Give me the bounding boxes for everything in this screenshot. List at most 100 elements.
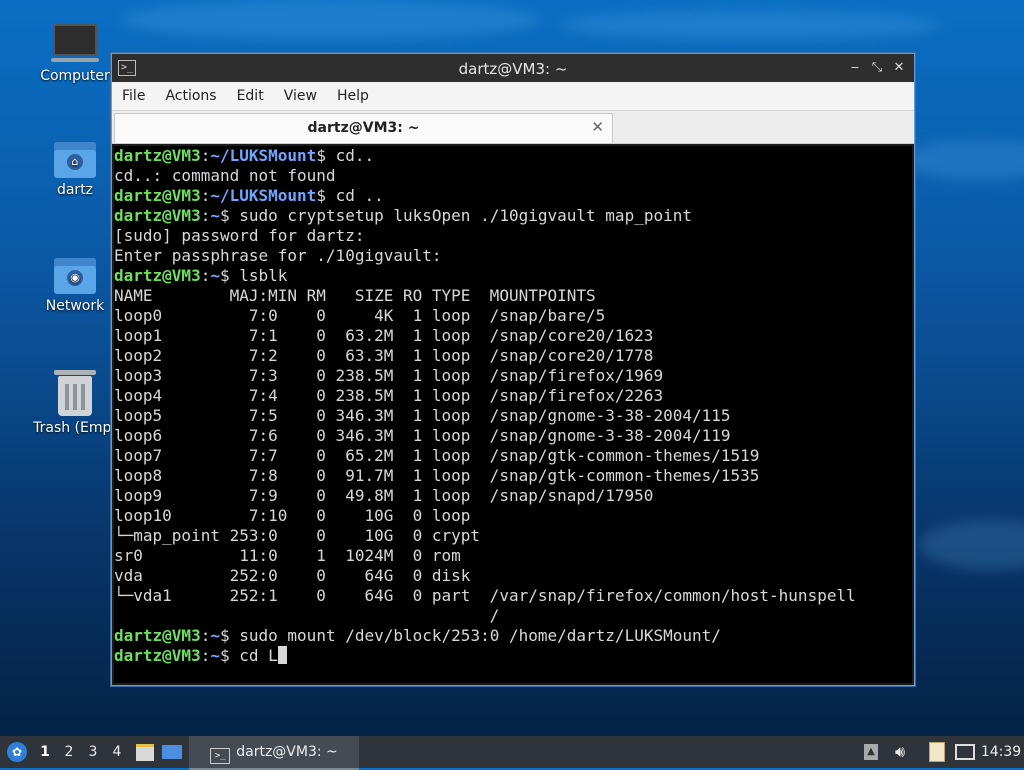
prompt-line: dartz@VM3:~$ lsblk [114,266,912,286]
output-line: vda 252:0 0 64G 0 disk [114,566,471,585]
prompt-symbol: $ [219,646,240,665]
show-desktop-icon[interactable] [160,736,184,768]
output-line: └─map_point 253:0 0 10G 0 crypt [114,526,481,545]
command-text: sudo mount /dev/block/253:0 /home/dartz/… [239,626,721,645]
terminal-lines: dartz@VM3:~/LUKSMount$ cd.. cd..: command… [114,146,912,666]
desktop-icon-label: Computer [40,68,110,84]
output-line: loop3 7:3 0 238.5M 1 loop /snap/firefox/… [114,366,664,385]
workspace-4[interactable]: 4 [106,736,128,768]
clock[interactable]: 14:39 [980,736,1022,768]
wallpaper-streak [560,10,940,40]
prompt-line: dartz@VM3:~$ sudo mount /dev/block/253:0… [114,626,912,646]
home-folder-icon: ⌂ [54,142,96,178]
desktop-icon-label: dartz [56,182,94,198]
command-text: lsblk [239,266,288,285]
desktop-icon-label: Trash (Empt [33,420,117,436]
command-text: sudo cryptsetup luksOpen ./10gigvault ma… [239,206,692,225]
workspace-2[interactable]: 2 [58,736,80,768]
taskbar: ✿ 1 2 3 4 >_ dartz@VM3: ~ ▲ 🔊︎ 14:39 [0,736,1024,770]
update-icon[interactable]: ▲ [860,736,882,768]
menu-bar: File Actions Edit View Help [112,82,914,111]
prompt-symbol: $ [316,186,336,205]
output-line: loop4 7:4 0 238.5M 1 loop /snap/firefox/… [114,386,664,405]
menu-edit[interactable]: Edit [227,82,274,110]
tab-bar: dartz@VM3: ~ ✕ [112,111,914,144]
computer-icon [51,24,99,62]
output-line: [sudo] password for dartz: [114,226,365,245]
prompt-path: ~ [210,646,220,665]
prompt-symbol: $ [219,206,240,225]
output-line: loop9 7:9 0 49.8M 1 loop /snap/snapd/179… [114,486,654,505]
command-text: cd .. [335,186,384,205]
output-line: cd..: command not found [114,166,336,185]
prompt-symbol: $ [219,626,240,645]
prompt-line: dartz@VM3:~$ sudo cryptsetup luksOpen ./… [114,206,912,226]
wallpaper-streak [120,0,540,40]
prompt-separator: : [200,266,211,285]
menu-file[interactable]: File [112,82,155,110]
output-line: └─vda1 252:1 0 64G 0 part /var/snap/fire… [114,586,856,605]
command-text: cd.. [335,146,375,165]
desktop-icon-computer[interactable]: Computer [25,24,125,84]
wallpaper-streak [900,140,1024,180]
terminal-output[interactable]: dartz@VM3:~/LUKSMount$ cd.. cd..: command… [114,146,912,683]
text-cursor [277,646,287,664]
close-icon[interactable]: ✕ [890,59,908,77]
output-line: loop2 7:2 0 63.3M 1 loop /snap/core20/17… [114,346,654,365]
prompt-path: ~/LUKSMount [210,146,317,165]
prompt-user: dartz@VM3 [114,266,201,285]
output-line: loop8 7:8 0 91.7M 1 loop /snap/gtk-commo… [114,466,760,485]
prompt-path: ~ [210,626,220,645]
network-folder-icon: ◉ [54,258,96,294]
command-text: cd L [239,646,278,665]
volume-icon[interactable]: 🔊︎ [888,736,912,768]
prompt-separator: : [200,626,211,645]
wallpaper-streak [920,520,1024,570]
workspace-3[interactable]: 3 [82,736,104,768]
terminal-icon: >_ [210,748,231,764]
tab-terminal[interactable]: dartz@VM3: ~ ✕ [114,113,613,143]
terminal-window[interactable]: >_ dartz@VM3: ~ ‒ ⤡ ✕ File Actions Edit Vie… [111,53,915,686]
start-menu-icon[interactable]: ✿ [2,736,32,768]
output-line: loop6 7:6 0 346.3M 1 loop /snap/gnome-3-… [114,426,731,445]
prompt-separator: : [200,146,211,165]
workspace-1[interactable]: 1 [34,736,56,768]
prompt-separator: : [200,186,211,205]
taskbar-window-terminal[interactable]: >_ dartz@VM3: ~ [189,736,359,770]
prompt-line: dartz@VM3:~/LUKSMount$ cd.. [114,146,912,166]
output-line: / [114,606,500,625]
output-line: sr0 11:0 1 1024M 0 rom [114,546,461,565]
file-manager-icon[interactable] [134,736,156,768]
minimize-icon[interactable]: ‒ [846,59,864,77]
prompt-user: dartz@VM3 [114,186,201,205]
title-bar[interactable]: >_ dartz@VM3: ~ ‒ ⤡ ✕ [112,54,914,82]
prompt-symbol: $ [316,146,336,165]
task-label: dartz@VM3: ~ [236,744,338,760]
tab-title: dartz@VM3: ~ [307,120,420,136]
desktop-icon-label: Network [45,298,105,314]
window-title: dartz@VM3: ~ [458,60,568,78]
menu-actions[interactable]: Actions [155,82,226,110]
output-line: Enter passphrase for ./10gigvault: [114,246,442,265]
network-icon[interactable] [954,736,976,768]
close-icon[interactable]: ✕ [591,118,604,136]
trash-icon [54,370,96,416]
output-line: loop1 7:1 0 63.2M 1 loop /snap/core20/16… [114,326,654,345]
prompt-line: dartz@VM3:~/LUKSMount$ cd .. [114,186,912,206]
output-line: loop10 7:10 0 10G 0 loop [114,506,471,525]
prompt-separator: : [200,646,211,665]
menu-view[interactable]: View [274,82,327,110]
prompt-user: dartz@VM3 [114,626,201,645]
output-line: NAME MAJ:MIN RM SIZE RO TYPE MOUNTPOINTS [114,286,596,305]
prompt-path: ~ [210,266,220,285]
prompt-path: ~ [210,206,220,225]
desktop-icon-home[interactable]: ⌂ dartz [25,142,125,198]
maximize-icon[interactable]: ⤡ [868,59,886,77]
desktop-icon-trash[interactable]: Trash (Empt [25,370,125,436]
prompt-symbol: $ [219,266,240,285]
menu-help[interactable]: Help [327,82,379,110]
desktop-icon-network[interactable]: ◉ Network [25,258,125,314]
output-line: loop0 7:0 0 4K 1 loop /snap/bare/5 [114,306,606,325]
clipboard-icon[interactable] [926,736,948,768]
prompt-line: dartz@VM3:~$ cd L [114,646,912,666]
